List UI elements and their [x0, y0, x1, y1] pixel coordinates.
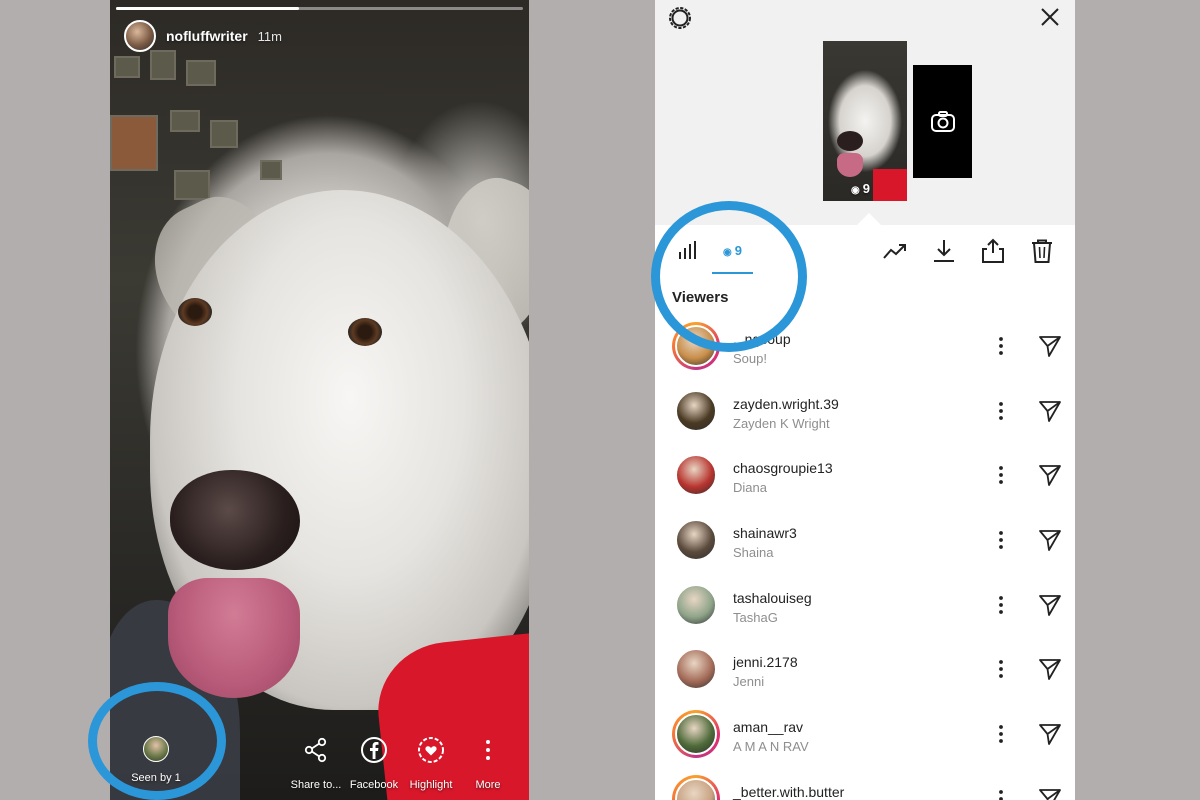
send-message-icon[interactable] [1038, 722, 1062, 746]
share-to-label: Share to... [290, 779, 342, 791]
story-progress-bar [116, 7, 523, 10]
more-button[interactable]: More [458, 736, 518, 793]
viewer-full-name: Diana [733, 480, 767, 496]
story-header: nofluffwriter 11m [124, 20, 282, 52]
viewer-more-options-icon[interactable] [992, 465, 1010, 485]
viewer-username[interactable]: shainawr3 [733, 525, 797, 541]
viewer-full-name: Soup! [733, 351, 767, 366]
highlight-heart-icon [418, 737, 444, 763]
send-message-icon[interactable] [1038, 399, 1062, 423]
viewer-row[interactable]: ...ngsoup Soup! [655, 314, 1075, 379]
seen-by-avatar [143, 736, 169, 762]
viewer-username[interactable]: aman__rav [733, 719, 803, 735]
viewers-panel: ◉ 9 ◉ 9 Viewers ...ngsoup Soup! zayden.w… [655, 0, 1075, 800]
send-message-icon[interactable] [1038, 334, 1062, 358]
dog-nose [170, 470, 300, 570]
send-message-icon[interactable] [1038, 787, 1062, 800]
viewer-row[interactable]: aman__rav A M A N RAV [655, 702, 1075, 767]
viewer-full-name: Jenni [733, 674, 765, 690]
eye-icon: ◉ [851, 185, 860, 196]
send-message-icon[interactable] [1038, 657, 1062, 681]
thumbnail-view-count: ◉ 9 [851, 181, 870, 196]
viewer-row[interactable]: chaosgroupie13 Diana [655, 443, 1075, 508]
story-preview-area: ◉ 9 [655, 0, 1075, 225]
story-progress-fill [116, 7, 300, 10]
viewer-more-options-icon[interactable] [992, 530, 1010, 550]
dog-tongue [168, 578, 300, 698]
story-image [110, 0, 529, 800]
facebook-icon [361, 737, 387, 763]
dog-eye-right [348, 318, 382, 346]
seen-by-label: Seen by 1 [131, 772, 181, 784]
highlight-label: Highlight [409, 779, 453, 791]
viewer-row[interactable]: jenni.2178 Jenni [655, 637, 1075, 702]
send-message-icon[interactable] [1038, 528, 1062, 552]
share-to-button[interactable]: Share to... [286, 736, 346, 793]
trash-icon[interactable] [1029, 238, 1055, 264]
viewer-username[interactable]: tashalouiseg [733, 590, 812, 606]
viewer-more-options-icon[interactable] [992, 595, 1010, 615]
viewer-username[interactable]: jenni.2178 [733, 654, 798, 670]
viewer-avatar[interactable] [672, 322, 720, 370]
highlight-button[interactable]: Highlight [401, 736, 461, 793]
seen-by-button[interactable]: Seen by 1 [128, 736, 184, 784]
more-label: More [475, 779, 501, 791]
viewer-full-name: TashaG [733, 609, 778, 625]
viewer-username[interactable]: chaosgroupie13 [733, 460, 833, 476]
viewer-more-options-icon[interactable] [992, 336, 1010, 356]
story-thumbnail[interactable]: ◉ 9 [823, 41, 907, 201]
eye-icon: ◉ [723, 247, 732, 258]
viewer-avatar[interactable] [672, 645, 720, 693]
viewer-more-options-icon[interactable] [992, 401, 1010, 421]
thumbnail-view-count-value: 9 [862, 181, 870, 196]
viewer-username[interactable]: _better.with.butter [733, 784, 844, 800]
story-author-username[interactable]: nofluffwriter [166, 28, 248, 44]
viewer-full-name: Zayden K Wright [733, 415, 830, 431]
viewers-heading: Viewers [672, 289, 729, 306]
viewer-username[interactable]: zayden.wright.39 [733, 396, 839, 412]
more-vertical-icon [486, 740, 490, 760]
viewer-row[interactable]: shainawr3 Shaina [655, 508, 1075, 573]
dog-eye-left [178, 298, 212, 326]
viewer-avatar[interactable] [672, 387, 720, 435]
story-timestamp: 11m [257, 28, 282, 44]
viewer-list: ...ngsoup Soup! zayden.wright.39 Zayden … [655, 314, 1075, 800]
tab-viewers[interactable]: ◉ 9 [712, 230, 753, 274]
download-icon[interactable] [931, 238, 957, 264]
story-author-avatar[interactable] [124, 20, 156, 52]
trending-up-icon[interactable] [882, 238, 908, 264]
viewer-full-name: A M A N RAV [733, 739, 809, 755]
thumbnail-pointer [857, 213, 881, 225]
viewer-more-options-icon[interactable] [992, 659, 1010, 679]
viewer-avatar[interactable] [672, 516, 720, 564]
close-icon[interactable] [1038, 5, 1062, 29]
facebook-label: Facebook [349, 779, 399, 791]
viewer-avatar[interactable] [672, 710, 720, 759]
share-upload-icon[interactable] [980, 238, 1006, 264]
viewer-full-name: Shaina [733, 545, 774, 561]
viewer-avatar[interactable] [672, 774, 720, 800]
camera-icon [930, 110, 955, 132]
viewer-more-options-icon[interactable] [992, 789, 1010, 800]
settings-gear-icon[interactable] [667, 5, 693, 31]
viewer-row[interactable]: zayden.wright.39 Zayden K Wright [655, 379, 1075, 444]
send-message-icon[interactable] [1038, 463, 1062, 487]
viewers-tab-count: 9 [734, 243, 742, 258]
viewer-username[interactable]: ...ngsoup [733, 331, 791, 347]
viewer-more-options-icon[interactable] [992, 724, 1010, 744]
panel-tabbar: ◉ 9 [655, 230, 1075, 276]
viewer-avatar[interactable] [672, 581, 720, 629]
facebook-button[interactable]: Facebook [344, 736, 404, 793]
viewer-row[interactable]: tashalouiseg TashaG [655, 573, 1075, 638]
add-story-card[interactable] [913, 65, 972, 178]
viewer-row[interactable]: _better.with.butter [655, 767, 1075, 800]
insights-bar-chart-icon[interactable] [677, 239, 699, 261]
send-message-icon[interactable] [1038, 593, 1062, 617]
share-icon [304, 737, 327, 763]
viewer-avatar[interactable] [672, 451, 720, 499]
